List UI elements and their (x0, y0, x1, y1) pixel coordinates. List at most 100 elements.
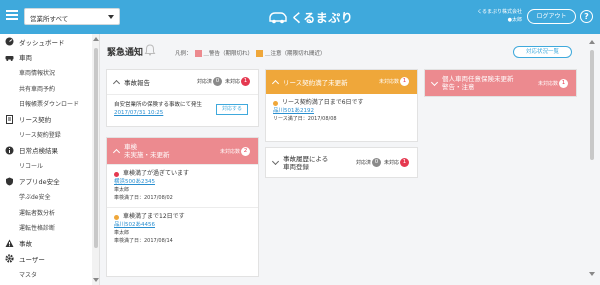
sidebar-item-label: 日常点検結果 (19, 147, 58, 156)
chevron-up-icon[interactable] (271, 79, 280, 87)
car-logo-icon (269, 12, 287, 24)
unhandled-label: 未対応 (224, 79, 240, 85)
legend: 凡例： ＿警告（期限切れ） ＿注意（期限切れ間近） (175, 49, 326, 57)
unhandled-count: 1 (241, 77, 250, 86)
sidebar-item-label: 事故 (19, 240, 32, 249)
count-badges: 未対応数 1 (379, 77, 412, 86)
status-list-button[interactable]: 対応状況一覧 (513, 46, 572, 58)
sidebar-item-vehicle-status[interactable]: 車両情報状況 (0, 65, 99, 81)
chevron-up-icon[interactable] (112, 79, 121, 87)
handled-count: 0 (371, 158, 381, 167)
item-title-text: 車検満了まで12日です (123, 213, 185, 220)
handled-label: 対応済 (355, 160, 371, 166)
sidebar-item-users[interactable]: ユーザー (0, 251, 99, 267)
sidebar-item-accident[interactable]: 事故 (0, 236, 99, 252)
scroll-up-icon[interactable] (93, 37, 99, 41)
legend-orange-swatch (256, 49, 264, 57)
sidebar-item-driving-diagnosis[interactable]: 運転性格診断 (0, 220, 99, 236)
dashboard-icon (5, 37, 14, 46)
warning-icon (5, 239, 14, 248)
accident-history-card: 事故履歴による 車両登録 対応済 0 未対応 1 (265, 147, 418, 178)
count-badges: 対応済 0 未対応 1 (356, 158, 412, 167)
sidebar-item-recall[interactable]: リコール (0, 158, 99, 174)
sidebar-item-inspection[interactable]: 日常点検結果 (0, 143, 99, 159)
expiry-date: 車検満了日：2017/08/02 (114, 195, 173, 201)
top-bar: 営業所すべて くるまぷり くるまぷり株式会社 ●太郎 ログアウト ? (0, 0, 600, 34)
chevron-down-icon[interactable] (430, 78, 439, 86)
office-select[interactable]: 営業所すべて (24, 8, 120, 25)
help-icon[interactable]: ? (580, 10, 593, 23)
list-item: 車検満了が過ぎています 横浜500あ2345 車太郎 車検満了日：2017/08… (107, 164, 258, 207)
car-icon (5, 53, 14, 62)
card-title: 事故履歴による 車両登録 (283, 155, 328, 171)
item-title: 車検満了が過ぎています (114, 170, 251, 178)
office-select-value: 営業所すべて (30, 15, 69, 23)
scroll-down-icon[interactable] (589, 272, 595, 276)
count-label: 未対応数 (219, 149, 240, 155)
card-title: 車検 未実施・未更新 (124, 143, 170, 159)
sidebar-item-learn-safety[interactable]: 学ぶde安全 (0, 189, 99, 205)
unhandled-label: 未対応 (383, 160, 399, 166)
count-badges: 対応済 0 未対応 1 (197, 77, 253, 86)
legend-red-swatch (194, 49, 202, 57)
sidebar-item-app-safety[interactable]: アプリde安全 (0, 174, 99, 190)
chevron-down-icon[interactable] (271, 157, 280, 166)
scroll-thumb[interactable] (590, 50, 594, 160)
respond-button[interactable]: 対応する (216, 104, 248, 115)
sidebar-item-lease[interactable]: リース契約 (0, 112, 99, 128)
card-title: 事故報告 (124, 79, 150, 87)
bell-icon (144, 44, 156, 56)
list-item: リース契約満了日まで6日です 品川501あ2192 リース満了日：2017/08… (266, 94, 417, 128)
sidebar-item-label: アプリde安全 (19, 178, 60, 187)
menu-icon[interactable] (6, 10, 18, 20)
list-item: 車検満了まで12日です 品川502あ4456 車太郎 車検満了日：2017/08… (107, 207, 258, 250)
user-name: ●太郎 (507, 17, 522, 23)
unhandled-count: 1 (400, 158, 409, 167)
alert-dot-icon (114, 171, 119, 177)
unhandled-count: 2 (241, 147, 250, 156)
accident-notice: 自安営業所の保険する事故にて発生 2017/07/31 10:25 対応する (107, 94, 258, 123)
sidebar-item-dashboard[interactable]: ダッシュボード (0, 34, 99, 50)
inspection-card: 車検 未実施・未更新 未対応数 2 車検満了が過ぎています 横浜500あ2345… (106, 137, 259, 277)
sidebar-item-lease-register[interactable]: リース契約登録 (0, 127, 99, 143)
sidebar-item-label: ダッシュボード (19, 38, 65, 47)
lease-card-header[interactable]: リース契約満了未更新 未対応数 1 (266, 70, 417, 94)
handled-label: 対応済 (196, 79, 212, 85)
plate-link[interactable]: 品川502あ4456 (114, 221, 251, 229)
title-line-1: 車検 (124, 143, 137, 151)
title-line-2: 警告・注意 (442, 83, 475, 91)
title-line-1: 事故履歴による (283, 154, 329, 163)
driver-name: 車太郎 (114, 230, 130, 236)
sidebar-item-master[interactable]: マスタ (0, 267, 99, 283)
company-info: くるまぷり株式会社 ●太郎 (470, 8, 522, 24)
accident-card-header[interactable]: 事故報告 対応済 0 未対応 1 (107, 70, 258, 94)
scroll-up-icon[interactable] (589, 40, 595, 44)
company-name: くるまぷり株式会社 (477, 9, 522, 15)
insurance-card-header[interactable]: 個人車両任意保険未更新 警告・注意 未対応数 1 (425, 70, 576, 96)
inspection-card-header[interactable]: 車検 未実施・未更新 未対応数 2 (107, 138, 258, 164)
sidebar-item-vehicles[interactable]: 車両 (0, 50, 99, 66)
handled-count: 0 (212, 77, 222, 86)
main-scrollbar[interactable] (588, 38, 596, 278)
logout-button[interactable]: ログアウト (527, 9, 576, 24)
plate-link[interactable]: 品川501あ2192 (273, 107, 410, 115)
plate-link[interactable]: 横浜500あ2345 (114, 178, 251, 186)
count-label: 未対応数 (378, 79, 399, 85)
accident-history-header[interactable]: 事故履歴による 車両登録 対応済 0 未対応 1 (266, 148, 417, 177)
sidebar-item-label: リース契約 (19, 116, 52, 125)
chevron-up-icon[interactable] (112, 148, 121, 156)
item-title: 車検満了まで12日です (114, 213, 251, 221)
item-title-text: 車検満了が過ぎています (123, 170, 190, 177)
unhandled-count: 1 (559, 79, 568, 88)
sidebar-item-shared-booking[interactable]: 共有車両予約 (0, 81, 99, 97)
scroll-down-icon[interactable] (93, 278, 99, 282)
sidebar-item-report-download[interactable]: 日報帳票ダウンロード (0, 96, 99, 112)
item-title: リース契約満了日まで6日です (273, 99, 410, 107)
app-logo[interactable]: くるまぷり (268, 7, 353, 27)
scroll-thumb[interactable] (94, 48, 98, 248)
unhandled-count: 1 (400, 77, 409, 86)
sidebar-item-driver-analysis[interactable]: 運転者数分析 (0, 205, 99, 221)
sidebar-scrollbar[interactable] (92, 34, 99, 285)
card-title: リース契約満了未更新 (283, 79, 348, 87)
shield-icon (5, 177, 14, 186)
